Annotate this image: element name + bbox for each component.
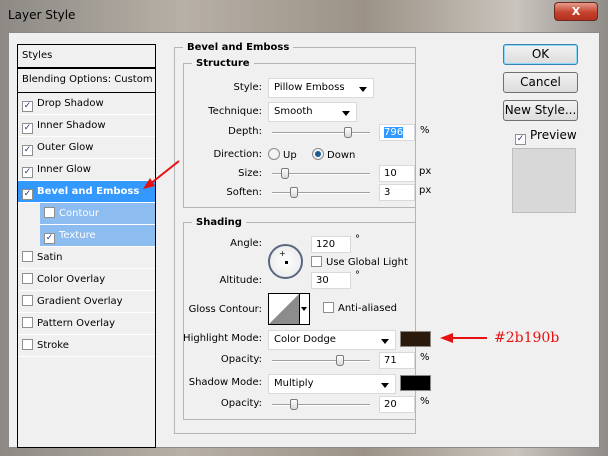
arrow-to-highlight-color-icon [440,333,487,343]
annotation-color-label: #2b190b [494,330,560,346]
arrow-to-bevel-icon [143,160,180,189]
annotation-arrows [143,160,487,343]
